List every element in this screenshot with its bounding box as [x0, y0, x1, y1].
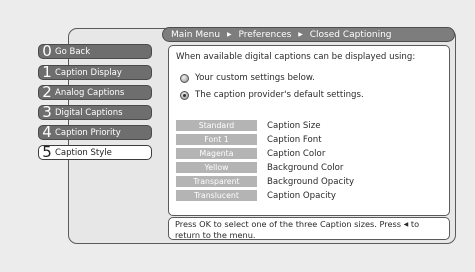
option-label: Your custom settings below. — [195, 73, 315, 83]
menu-item-label: Digital Captions — [55, 107, 123, 118]
setting-name: Caption Color — [267, 148, 326, 159]
setting-value[interactable]: Yellow — [176, 162, 257, 173]
menu-item-label: Analog Captions — [55, 87, 125, 98]
setting-background-color: Yellow Background Color — [176, 162, 343, 173]
setting-name: Background Color — [267, 162, 344, 173]
menu-item-number: 3 — [42, 103, 52, 121]
left-arrow-icon: ◀ — [403, 221, 409, 228]
breadcrumb-separator-icon: ▶ — [226, 31, 232, 38]
setting-value[interactable]: Translucent — [176, 190, 257, 201]
menu-item-number: 2 — [42, 83, 52, 101]
setting-value[interactable]: Magenta — [176, 148, 257, 159]
menu-item-number: 1 — [42, 63, 52, 81]
option-provider-default[interactable]: The caption provider's default settings. — [180, 90, 364, 100]
setting-name: Caption Opacity — [267, 190, 336, 201]
menu-item-caption-display[interactable]: 1 Caption Display — [38, 65, 152, 80]
menu-item-number: 4 — [42, 123, 52, 141]
breadcrumb: Main Menu ▶ Preferences ▶ Closed Caption… — [162, 27, 455, 42]
option-custom-settings[interactable]: Your custom settings below. — [180, 73, 315, 83]
menu-item-number: 5 — [42, 143, 52, 161]
menu-item-analog-captions[interactable]: 2 Analog Captions — [38, 85, 152, 100]
setting-caption-font: Font 1 Caption Font — [176, 134, 322, 145]
breadcrumb-closed-captioning: Closed Captioning — [309, 30, 392, 40]
radio-button-selected-icon[interactable] — [180, 90, 189, 100]
radio-button-icon[interactable] — [180, 73, 189, 83]
screen: Main Menu ▶ Preferences ▶ Closed Caption… — [0, 0, 475, 272]
panel-heading: When available digital captions can be d… — [176, 52, 416, 62]
setting-caption-color: Magenta Caption Color — [176, 148, 325, 159]
setting-name: Caption Size — [267, 120, 321, 131]
help-text-line-2: return to the menu. — [175, 229, 256, 240]
setting-caption-opacity: Translucent Caption Opacity — [176, 190, 336, 201]
help-text-box: Press OK to select one of the three Capt… — [168, 217, 450, 240]
menu-item-label: Caption Style — [55, 147, 112, 158]
menu-item-caption-priority[interactable]: 4 Caption Priority — [38, 125, 152, 140]
breadcrumb-preferences: Preferences — [238, 30, 292, 40]
setting-name: Background Opacity — [267, 176, 355, 187]
menu-item-label: Caption Display — [55, 67, 122, 78]
menu-item-caption-style[interactable]: 5 Caption Style — [38, 145, 152, 160]
breadcrumb-separator-icon: ▶ — [298, 31, 303, 38]
menu-item-label: Go Back — [55, 46, 91, 57]
help-text: Press OK to select one of the three Capt… — [175, 219, 402, 229]
setting-value[interactable]: Standard — [176, 120, 257, 131]
option-label: The caption provider's default settings. — [195, 90, 364, 100]
menu-item-go-back[interactable]: 0 Go Back — [38, 44, 152, 59]
menu-item-number: 0 — [42, 42, 52, 60]
setting-background-opacity: Transparent Background Opacity — [176, 176, 354, 187]
caption-style-panel: When available digital captions can be d… — [168, 45, 450, 216]
setting-name: Caption Font — [267, 134, 322, 145]
menu-item-digital-captions[interactable]: 3 Digital Captions — [38, 105, 152, 120]
setting-value[interactable]: Font 1 — [176, 134, 257, 145]
setting-value[interactable]: Transparent — [176, 176, 257, 187]
breadcrumb-main-menu: Main Menu — [171, 30, 221, 40]
menu-item-label: Caption Priority — [55, 127, 121, 138]
help-text: to — [410, 219, 420, 229]
setting-caption-size: Standard Caption Size — [176, 120, 321, 131]
help-text-line-1: Press OK to select one of the three Capt… — [175, 219, 443, 231]
